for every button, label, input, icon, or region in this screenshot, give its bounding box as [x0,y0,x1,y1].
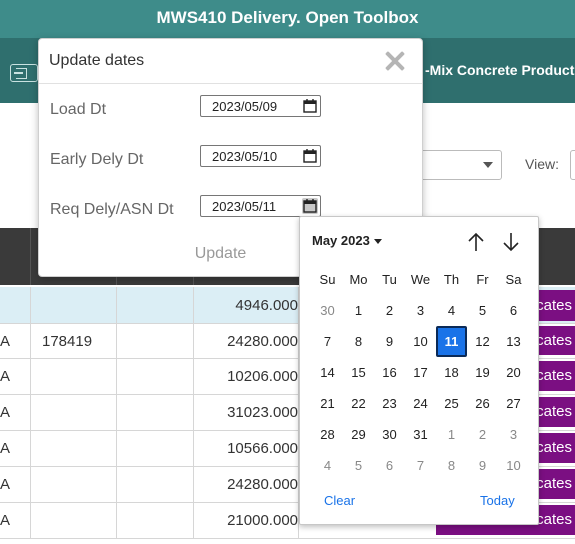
calendar-day[interactable]: 26 [467,388,498,419]
calendar-day[interactable]: 12 [467,326,498,357]
close-icon[interactable] [385,51,405,71]
month-year-selector[interactable]: May 2023 [312,233,370,248]
calendar-icon[interactable] [302,198,318,214]
today-button[interactable]: Today [480,493,515,508]
cell-quantity: 24280.000 [227,476,298,493]
calendar-day[interactable]: 1 [436,419,467,450]
cell-quantity: 4946.000 [235,297,298,314]
calendar-day[interactable]: 18 [436,357,467,388]
window-title: MWS410 Delivery. Open Toolbox [156,8,419,27]
cell-status: A [0,368,11,385]
calendar-icon[interactable] [302,98,318,114]
calendar-day[interactable]: 30 [312,295,343,326]
calendar-day[interactable]: 8 [343,326,374,357]
calendar-day[interactable]: 4 [312,450,343,481]
early-dely-dt-input[interactable]: 2023/05/10 [200,145,321,167]
calendar-day[interactable]: 16 [374,357,405,388]
weekday-header: Mo [349,272,368,287]
calendar-day[interactable]: 9 [467,450,498,481]
early-dely-dt-value: 2023/05/10 [212,149,278,164]
cell-quantity: 24280.000 [227,333,298,350]
calendar-day[interactable]: 7 [312,326,343,357]
calendar-day[interactable]: 23 [374,388,405,419]
calendar-day[interactable]: 2 [374,295,405,326]
early-dely-dt-label: Early Dely Dt [50,151,144,168]
view-label: View: [525,156,559,172]
cell-quantity: 21000.000 [227,512,298,529]
cell-quantity: 10206.000 [227,368,298,385]
calendar-day[interactable]: 30 [374,419,405,450]
date-picker-popup: May 2023 Su Mo Tu We Th Fr Sa 30 1 2 3 4 5 6 7 8 9 10 11 12… [299,216,539,525]
weekday-header: We [410,272,431,287]
calendar-day[interactable]: 1 [343,295,374,326]
calendar-day[interactable]: 3 [405,295,436,326]
calendar-day[interactable]: 24 [405,388,436,419]
calendar-day[interactable]: 27 [498,388,529,419]
calendar-day[interactable]: 15 [343,357,374,388]
weekday-header: Tu [382,272,397,287]
title-bar: MWS410 Delivery. Open Toolbox [0,0,575,38]
cell-status: A [0,404,11,421]
clear-button[interactable]: Clear [324,493,355,508]
exit-icon[interactable] [10,64,38,82]
calendar-day[interactable]: 28 [312,419,343,450]
view-select[interactable] [570,150,575,180]
calendar-day[interactable]: 31 [405,419,436,450]
load-dt-value: 2023/05/09 [212,99,278,114]
modal-title: Update dates [49,52,145,69]
req-dely-asn-dt-label: Req Dely/ASN Dt [50,201,174,218]
cell-quantity: 31023.000 [227,404,298,421]
calendar-day[interactable]: 10 [405,326,436,357]
selected-day[interactable]: 11 [436,326,467,357]
company-name: -Mix Concrete Products [425,62,575,78]
load-dt-label: Load Dt [50,101,107,118]
req-dely-asn-dt-input[interactable]: 2023/05/11 [200,195,321,217]
calendar-day[interactable]: 14 [312,357,343,388]
weekday-header: Fr [476,272,489,287]
calendar-day[interactable]: 6 [374,450,405,481]
modal-divider [39,83,422,84]
calendar-day[interactable]: 4 [436,295,467,326]
calendar-day[interactable]: 6 [498,295,529,326]
calendar-day[interactable]: 22 [343,388,374,419]
calendar-day[interactable]: 17 [405,357,436,388]
calendar-day[interactable]: 9 [374,326,405,357]
cell-status: A [0,440,11,457]
chevron-down-icon[interactable] [374,239,382,244]
weekday-header: Su [319,272,336,287]
weekday-header: Sa [505,272,522,287]
calendar-day[interactable]: 20 [498,357,529,388]
calendar-day[interactable]: 7 [405,450,436,481]
calendar-day[interactable]: 5 [343,450,374,481]
cell-id: 178419 [42,333,93,350]
req-dely-asn-dt-value: 2023/05/11 [212,199,277,214]
calendar-day[interactable]: 25 [436,388,467,419]
cell-status: A [0,512,11,529]
load-dt-input[interactable]: 2023/05/09 [200,95,321,117]
calendar-icon[interactable] [302,148,318,164]
cell-status: A [0,476,11,493]
chevron-down-icon [483,162,493,168]
arrow-up-icon[interactable] [467,232,485,252]
calendar-day[interactable]: 2 [467,419,498,450]
calendar-day[interactable]: 3 [498,419,529,450]
cell-quantity: 10566.000 [227,440,298,457]
calendar-day[interactable]: 29 [343,419,374,450]
cell-status: A [0,333,11,350]
calendar-day[interactable]: 10 [498,450,529,481]
calendar-day[interactable]: 5 [467,295,498,326]
calendar-day[interactable]: 21 [312,388,343,419]
arrow-down-icon[interactable] [502,232,520,252]
calendar-day[interactable]: 13 [498,326,529,357]
calendar-day[interactable]: 19 [467,357,498,388]
calendar-day[interactable]: 8 [436,450,467,481]
weekday-header: Th [443,272,460,287]
